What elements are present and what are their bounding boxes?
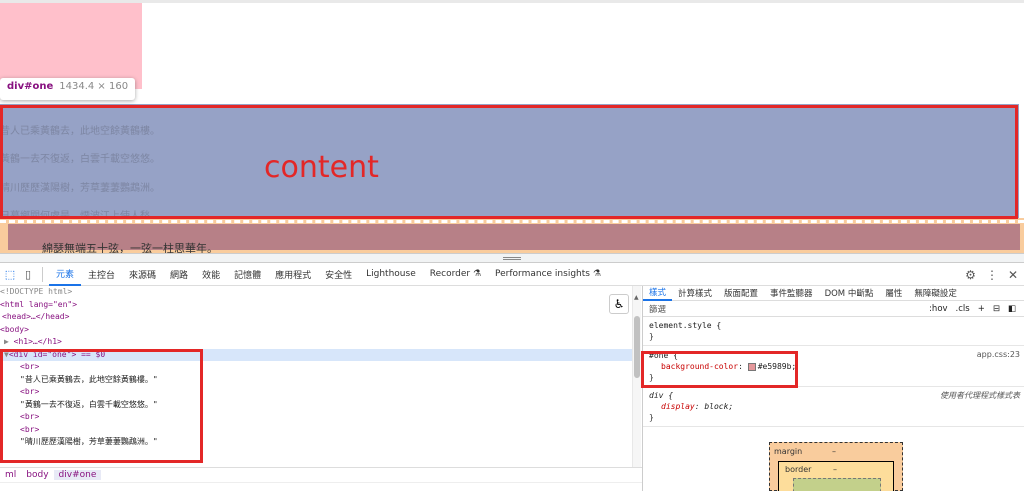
breadcrumb-item[interactable]: ml [0, 470, 21, 480]
page-viewport: 昔人已乘黃鶴去，此地空餘黃鶴樓。 黃鶴一去不復返，白雲千載空悠悠。 晴川歷歷漢陽… [0, 0, 1024, 253]
device-toolbar-icon[interactable]: ▯ [20, 266, 36, 282]
styles-filter-bar: 篩選 :hov .cls + ⊟ ◧ [643, 301, 1024, 317]
rule-close: } [649, 332, 654, 341]
annotation-box-content [0, 105, 1018, 219]
box-model-border: border – [778, 461, 894, 491]
scrollbar-thumb[interactable] [634, 316, 640, 378]
breadcrumb: ml body div#one [0, 467, 642, 482]
tree-line-doctype[interactable]: <!DOCTYPE html> [0, 286, 640, 299]
pink-heading-box [0, 3, 142, 89]
toolbar-right: ⚙ ⋮ ✕ [965, 263, 1018, 286]
ua-stylesheet-label: 使用者代理程式樣式表 [940, 391, 1020, 400]
cls-button[interactable]: .cls [956, 304, 970, 314]
tab-memory[interactable]: 記憶體 [227, 263, 268, 286]
inspect-tooltip: div#one 1434.4 × 160 [0, 78, 136, 100]
doctype-text: <!DOCTYPE html> [0, 287, 73, 296]
toolbar-separator [42, 266, 43, 282]
ua-style-rule[interactable]: div { 使用者代理程式樣式表 display: block; } [643, 387, 1024, 427]
property-name: display [661, 402, 695, 411]
new-rule-button[interactable]: + [978, 304, 985, 314]
inspect-icon[interactable]: ⬚ [2, 266, 18, 282]
tab-recorder[interactable]: Recorder ⚗ [423, 263, 488, 286]
tab-performance[interactable]: 效能 [195, 263, 227, 286]
filter-input[interactable]: 篩選 [649, 303, 929, 315]
flask-icon: ⚗ [592, 269, 601, 279]
styles-tabs: 樣式 計算樣式 版面配置 事件監聽器 DOM 中斷點 屬性 無障礙設定 [643, 286, 1024, 301]
top-divider [0, 0, 1024, 3]
drawer-strip [0, 482, 642, 491]
body-tag: <body> [0, 324, 29, 334]
breadcrumb-item-current[interactable]: div#one [53, 470, 102, 480]
sidebar-toggle-icon[interactable]: ◧ [1008, 304, 1016, 314]
tree-line-head[interactable]: <head>…</head> [0, 311, 640, 324]
computed-toggle-icon[interactable]: ⊟ [993, 304, 1000, 314]
head-tag: <head>…</head> [2, 312, 70, 321]
rule-source-link[interactable]: app.css:23 [977, 349, 1020, 360]
box-model-diagram: margin – border – [769, 442, 903, 491]
tab-recorder-label: Recorder [429, 269, 471, 279]
rule-declaration: display: block; [661, 402, 734, 411]
tab-accessibility[interactable]: 無障礙設定 [908, 286, 963, 301]
splitter-grip-icon[interactable] [503, 257, 521, 260]
breadcrumb-item[interactable]: body [21, 470, 53, 480]
tab-layout[interactable]: 版面配置 [718, 286, 764, 301]
tab-network[interactable]: 網路 [163, 263, 195, 286]
tab-computed[interactable]: 計算樣式 [672, 286, 718, 301]
margin-label: margin [774, 447, 803, 456]
more-options-icon[interactable]: ⋮ [986, 268, 998, 282]
flask-icon: ⚗ [472, 269, 482, 279]
poem-line-5: 綿瑟無端五十弦，一弦一柱思華年。 [42, 242, 218, 253]
hov-button[interactable]: :hov [929, 304, 947, 314]
close-icon[interactable]: ✕ [1008, 268, 1018, 282]
tab-console[interactable]: 主控台 [81, 263, 122, 286]
tab-security[interactable]: 安全性 [318, 263, 359, 286]
element-style-rule[interactable]: element.style { } [643, 317, 1024, 346]
expand-arrow-icon[interactable]: ▶ [4, 337, 9, 346]
annotation-box-dom [0, 349, 203, 463]
tab-styles[interactable]: 樣式 [643, 286, 673, 301]
tab-performance-insights-label: Performance insights [495, 269, 590, 279]
accessibility-icon: ♿ [613, 297, 625, 311]
tab-event-listeners[interactable]: 事件監聽器 [764, 286, 819, 301]
element-style-selector: element.style { [649, 321, 722, 330]
box-model-padding [793, 478, 881, 491]
html-tag: <html lang="en"> [0, 299, 78, 309]
tree-line-html[interactable]: <html lang="en"> [0, 299, 640, 312]
accessibility-tree-button[interactable]: ♿ [609, 294, 629, 314]
tab-elements[interactable]: 元素 [49, 263, 82, 286]
property-value: block; [704, 402, 734, 411]
tab-application[interactable]: 應用程式 [268, 263, 318, 286]
content-annotation: content [264, 150, 379, 185]
elements-scrollbar[interactable]: ▲ [632, 286, 641, 467]
border-value[interactable]: – [833, 465, 837, 474]
h1-tag: <h1>…</h1> [13, 337, 62, 346]
tab-properties[interactable]: 屬性 [879, 286, 908, 301]
border-label: border [785, 465, 812, 474]
annotation-box-style [641, 351, 798, 388]
devtools-toolbar: ⬚ ▯ 元素 主控台 來源碼 網路 效能 記憶體 應用程式 安全性 Lighth… [0, 263, 1024, 286]
tab-sources[interactable]: 來源碼 [122, 263, 163, 286]
tab-lighthouse[interactable]: Lighthouse [359, 263, 423, 286]
tooltip-size: 1434.4 × 160 [59, 81, 129, 92]
dashed-border [0, 220, 1024, 223]
tab-dom-breakpoints[interactable]: DOM 中斷點 [819, 286, 880, 301]
gear-icon[interactable]: ⚙ [965, 268, 976, 282]
tab-performance-insights[interactable]: Performance insights ⚗ [488, 263, 608, 286]
scroll-up-icon[interactable]: ▲ [634, 294, 640, 302]
rule-close: } [649, 413, 654, 422]
tree-line-body[interactable]: <body> [0, 324, 640, 337]
tooltip-tag: div#one [7, 81, 54, 92]
margin-value[interactable]: – [832, 447, 836, 456]
tree-line-h1[interactable]: ▶ <h1>…</h1> [0, 336, 640, 349]
